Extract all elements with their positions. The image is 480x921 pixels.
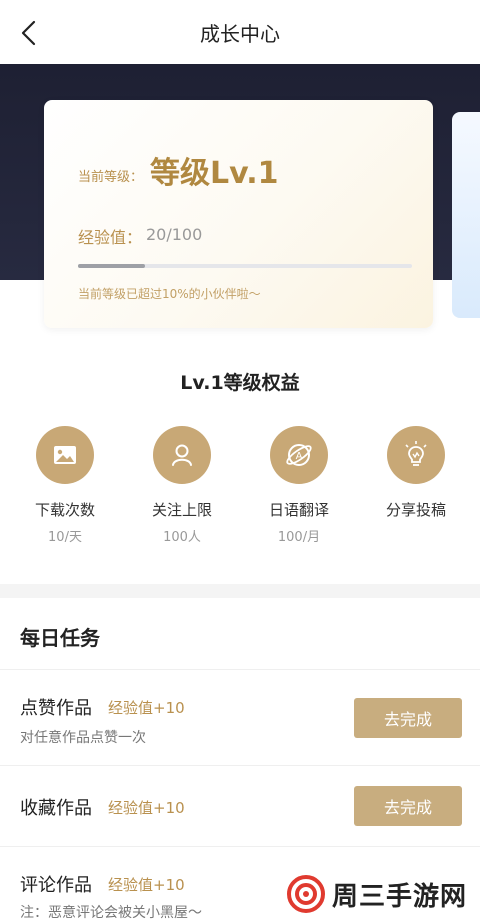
task-exp-reward: 经验值+10	[108, 699, 185, 717]
exp-value: 20/100	[146, 225, 203, 244]
task-description: 对任意作品点赞一次	[20, 730, 146, 746]
task-row-favorite: 收藏作品 经验值+10 去完成	[0, 766, 480, 846]
current-level-value: 等级Lv.1	[150, 156, 279, 191]
benefit-icon-circle	[387, 426, 445, 484]
benefit-japanese-translation[interactable]: A 日语翻译 100/月	[244, 426, 354, 545]
benefit-download-count[interactable]: 下载次数 10/天	[10, 426, 120, 545]
watermark: 周三手游网	[286, 872, 467, 916]
section-divider	[0, 584, 480, 598]
person-icon	[172, 444, 192, 466]
benefits-title: Lv.1等级权益	[180, 372, 300, 394]
benefit-icon-circle	[36, 426, 94, 484]
benefit-label: 下载次数	[34, 501, 95, 519]
benefit-value: 10/天	[48, 530, 82, 545]
task-complete-button[interactable]: 去完成	[354, 698, 462, 738]
current-level-label: 当前等级：	[78, 170, 144, 185]
watermark-text: 周三手游网	[332, 881, 468, 912]
benefit-value: 100/月	[277, 530, 321, 545]
next-level-card[interactable]	[452, 112, 480, 318]
benefit-follow-limit[interactable]: 关注上限 100人	[127, 426, 237, 545]
level-rank-note: 当前等级已超过10%的小伙伴啦〜	[78, 287, 261, 301]
benefit-value	[361, 526, 471, 542]
task-name: 点赞作品	[20, 698, 92, 719]
exp-label: 经验值：	[78, 228, 143, 247]
task-description: 注：恶意评论会被关小黑屋〜	[20, 905, 202, 921]
benefit-label: 分享投稿	[385, 501, 446, 519]
benefit-icon-circle	[153, 426, 211, 484]
exp-progress-fill	[78, 264, 145, 268]
image-icon	[54, 446, 76, 464]
watermark-logo-icon	[287, 875, 325, 913]
level-card: 当前等级： 等级Lv.1 经验值： 20/100 当前等级已超过10%的小伙伴啦…	[44, 100, 433, 328]
task-row-like: 点赞作品 经验值+10 对任意作品点赞一次 去完成	[0, 670, 480, 765]
task-exp-reward: 经验值+10	[108, 799, 185, 817]
benefit-value: 100人	[163, 530, 201, 545]
benefit-share-submission[interactable]: 分享投稿	[361, 426, 471, 542]
svg-text:A: A	[296, 451, 303, 462]
task-name: 评论作品	[20, 875, 92, 896]
benefit-label: 关注上限	[151, 501, 212, 519]
task-name: 收藏作品	[20, 798, 92, 819]
exp-progress-bar	[78, 264, 412, 268]
daily-tasks-title: 每日任务	[20, 626, 100, 650]
task-exp-reward: 经验值+10	[108, 876, 185, 894]
task-complete-button[interactable]: 去完成	[354, 786, 462, 826]
lightbulb-icon	[405, 441, 427, 466]
page-title: 成长中心	[200, 22, 280, 46]
top-bar: 成长中心	[0, 0, 480, 64]
benefit-label: 日语翻译	[268, 501, 329, 519]
benefit-icon-circle: A	[270, 426, 328, 484]
translate-icon: A	[286, 444, 312, 466]
